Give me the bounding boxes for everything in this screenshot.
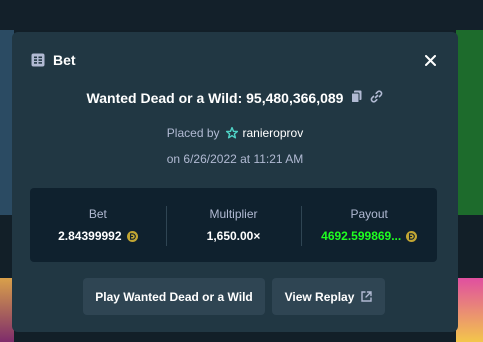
placed-by-label: Placed by [166,126,220,140]
bet-amount-stat: Bet 2.84399992 [30,188,166,262]
copy-icon[interactable] [351,90,362,106]
username-link[interactable]: ranieroprov [243,126,304,140]
bet-amount-value-row: 2.84399992 [58,229,138,243]
close-icon [424,54,436,66]
backdrop-top-strip [0,0,483,30]
vip-star-icon [225,127,238,139]
payout-value-row: 4692.599869... [321,229,418,243]
play-game-button-label: Play Wanted Dead or a Wild [95,289,253,304]
link-icon[interactable] [370,90,383,106]
payout-stat: Payout 4692.599869... [301,188,437,262]
bet-amount-label: Bet [88,207,107,221]
play-game-button[interactable]: Play Wanted Dead or a Wild [83,278,265,315]
backdrop-game-card-bottom-right [456,278,483,342]
game-bet-id: Wanted Dead or a Wild: 95,480,366,089 [12,90,458,106]
external-link-icon [361,291,373,302]
multiplier-value: 1,650.00× [206,229,261,243]
dogecoin-icon [406,230,418,242]
payout-label: Payout [350,207,388,221]
placed-by-line: Placed by ranieroprov [12,126,458,140]
payout-value: 4692.599869... [321,229,402,243]
multiplier-label: Multiplier [209,207,258,221]
game-bet-id-label: Wanted Dead or a Wild: 95,480,366,089 [86,90,344,106]
bet-stats-panel: Bet 2.84399992 Multiplier 1,650.00× Payo… [30,188,437,262]
close-button[interactable] [420,50,440,70]
dogecoin-icon [126,230,138,242]
backdrop-game-card-right [456,30,483,215]
bet-amount-value: 2.84399992 [58,229,122,243]
bet-date: on 6/26/2022 at 11:21 AM [166,152,304,166]
view-replay-button[interactable]: View Replay [272,278,385,315]
multiplier-stat: Multiplier 1,650.00× [165,188,302,262]
view-replay-button-label: View Replay [284,289,355,304]
bet-modal: Bet Wanted Dead or a Wild: 95,480,366,08… [12,32,458,332]
modal-title: Bet [53,52,76,68]
modal-header: Bet [31,52,76,68]
bet-slip-icon [31,53,45,67]
